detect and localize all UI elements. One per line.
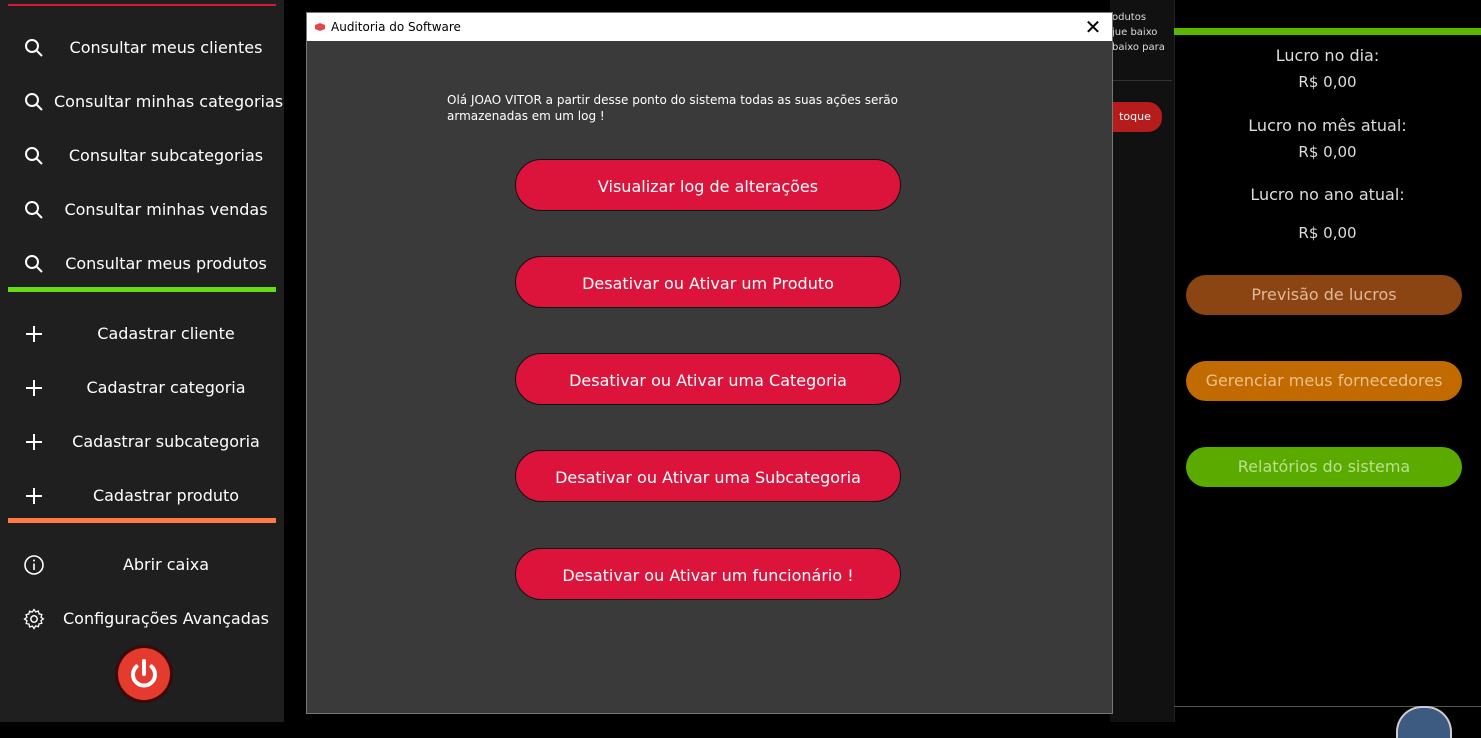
sidebar-item-consult-products[interactable]: Consultar meus produtos — [0, 240, 284, 288]
sidebar-item-register-product[interactable]: Cadastrar produto — [0, 472, 284, 520]
background-divider — [1108, 80, 1172, 81]
plus-icon — [26, 326, 42, 342]
sidebar-top-accent — [8, 4, 276, 6]
profit-month-value: R$ 0,00 — [1298, 143, 1357, 161]
audit-dialog: Auditoria do Software ✕ Olá JOAO VITOR a… — [306, 12, 1113, 714]
power-button[interactable] — [118, 648, 170, 700]
sidebar-item-advanced-settings[interactable]: Configurações Avançadas — [0, 595, 284, 643]
view-change-log-button[interactable]: Visualizar log de alterações — [515, 159, 901, 211]
search-icon — [25, 201, 43, 219]
search-icon — [25, 93, 43, 111]
dialog-title: Auditoria do Software — [331, 20, 461, 34]
search-icon — [25, 147, 43, 165]
toggle-subcategory-button[interactable]: Desativar ou Ativar uma Subcategoria — [515, 450, 901, 502]
sidebar-item-register-client[interactable]: Cadastrar cliente — [0, 310, 284, 358]
sidebar-divider-green — [8, 287, 276, 292]
sidebar-item-label: Abrir caixa — [122, 555, 210, 574]
app-icon — [315, 23, 325, 31]
toggle-product-button[interactable]: Desativar ou Ativar um Produto — [515, 256, 901, 308]
sidebar-divider-orange — [8, 518, 276, 523]
profit-month-label: Lucro no mês atual: — [1248, 116, 1407, 135]
search-icon — [25, 39, 43, 57]
background-text: odutos — [1112, 12, 1147, 23]
sidebar-item-consult-categories[interactable]: Consultar minhas categorias — [0, 78, 284, 126]
gear-icon — [23, 608, 45, 630]
sidebar-item-label: Consultar minhas categorias — [54, 92, 284, 111]
right-panel-accent — [1174, 28, 1481, 35]
system-reports-button[interactable]: Relatórios do sistema — [1186, 447, 1462, 487]
plus-icon — [26, 434, 42, 450]
plus-icon — [26, 380, 42, 396]
plus-icon — [26, 488, 42, 504]
sidebar-item-label: Cadastrar cliente — [97, 324, 235, 343]
profit-day-value: R$ 0,00 — [1298, 73, 1357, 91]
toggle-category-button[interactable]: Desativar ou Ativar uma Categoria — [515, 353, 901, 405]
welcome-message: Olá JOAO VITOR a partir desse ponto do s… — [447, 93, 898, 123]
manage-suppliers-button[interactable]: Gerenciar meus fornecedores — [1186, 361, 1462, 401]
sidebar-item-register-subcategory[interactable]: Cadastrar subcategoria — [0, 418, 284, 466]
sidebar-item-label: Consultar subcategorias — [68, 146, 264, 165]
sidebar-item-label: Cadastrar categoria — [86, 378, 246, 397]
sidebar-item-open-cash[interactable]: Abrir caixa — [0, 541, 284, 589]
sidebar-item-label: Consultar meus clientes — [69, 38, 263, 57]
sidebar-item-label: Cadastrar subcategoria — [72, 432, 260, 451]
background-text: jue baixo — [1112, 27, 1158, 38]
search-icon — [25, 255, 43, 273]
sidebar-item-consult-clients[interactable]: Consultar meus clientes — [0, 24, 284, 72]
sidebar-item-label: Cadastrar produto — [92, 486, 240, 505]
profit-year-label: Lucro no ano atual: — [1250, 185, 1405, 204]
info-icon — [24, 555, 44, 575]
toggle-employee-button[interactable]: Desativar ou Ativar um funcionário ! — [515, 548, 901, 600]
background-text: baixo para — [1112, 42, 1165, 53]
sidebar-item-label: Configurações Avançadas — [62, 609, 270, 628]
profit-year-value: R$ 0,00 — [1298, 224, 1357, 242]
sidebar-item-consult-sales[interactable]: Consultar minhas vendas — [0, 186, 284, 234]
background-stock-button[interactable]: toque — [1108, 102, 1162, 132]
sidebar-item-consult-subcategories[interactable]: Consultar subcategorias — [0, 132, 284, 180]
sidebar-item-label: Consultar meus produtos — [65, 254, 267, 273]
sidebar-item-register-category[interactable]: Cadastrar categoria — [0, 364, 284, 412]
power-icon — [131, 659, 157, 688]
dialog-titlebar[interactable]: Auditoria do Software ✕ — [307, 13, 1112, 41]
sidebar-item-label: Consultar minhas vendas — [64, 200, 268, 219]
profit-forecast-button[interactable]: Previsão de lucros — [1186, 275, 1462, 315]
sidebar: Consultar meus clientes Consultar minhas… — [0, 0, 284, 722]
close-button[interactable]: ✕ — [1080, 13, 1106, 41]
profit-day-label: Lucro no dia: — [1275, 46, 1380, 65]
